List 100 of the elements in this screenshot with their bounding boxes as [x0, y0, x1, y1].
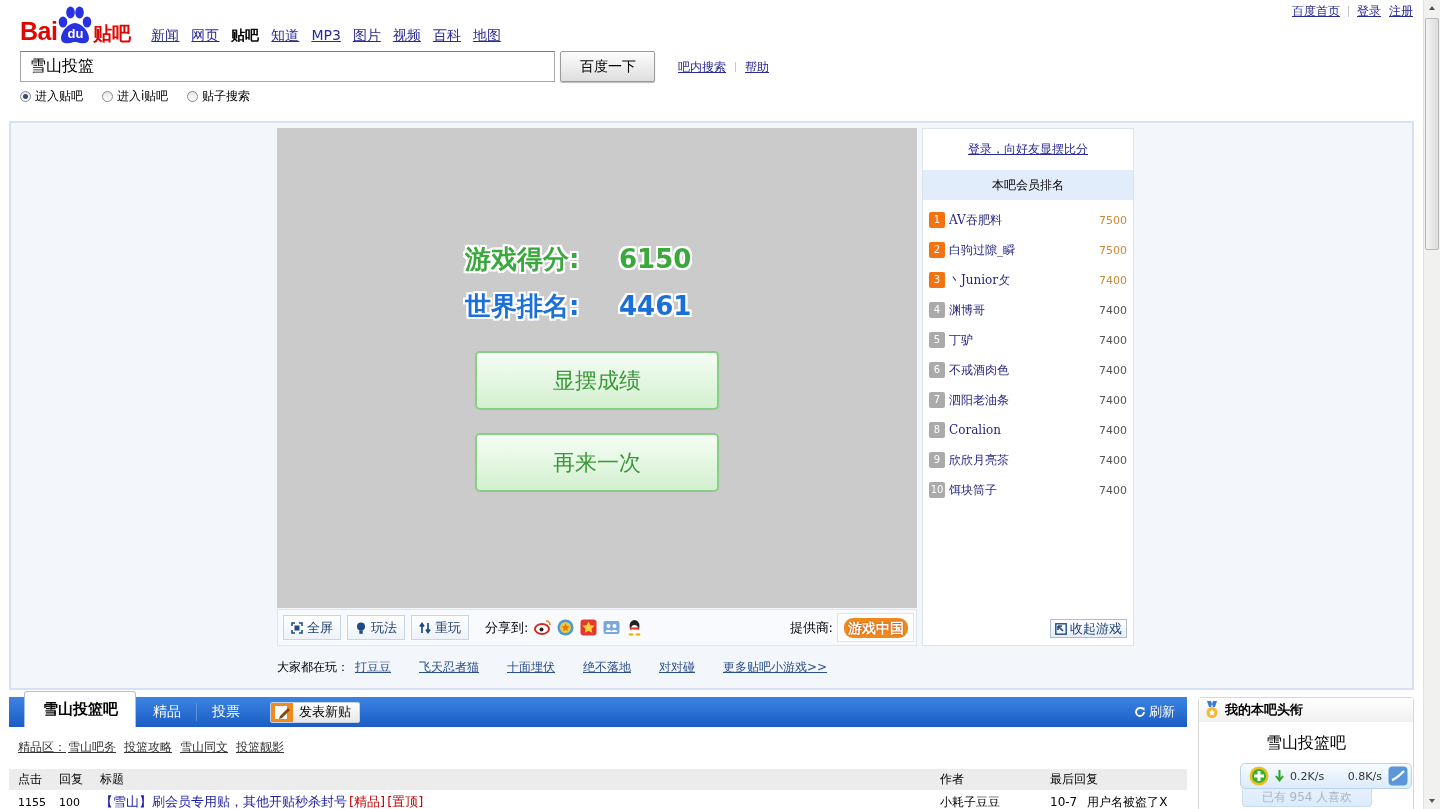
game-link[interactable]: 飞天忍者猫: [419, 658, 479, 676]
refresh-link[interactable]: 刷新: [1134, 703, 1175, 721]
member-name: 饵块筒子: [949, 481, 998, 499]
vertical-scrollbar[interactable]: [1423, 0, 1440, 809]
fullscreen-icon: [291, 621, 303, 634]
top-link[interactable]: 百度首页: [1292, 4, 1340, 18]
plus-circle-icon[interactable]: [1249, 766, 1269, 786]
rank-badge: 3: [929, 272, 945, 288]
top-link[interactable]: 登录: [1357, 4, 1381, 18]
toolbar-button[interactable]: 重玩: [411, 615, 469, 640]
rank-badge: 10: [929, 482, 945, 498]
game-link[interactable]: 十面埋伏: [507, 658, 555, 676]
member-name: Coralion: [949, 423, 1002, 437]
member-name: 丶Junior攵: [949, 271, 1012, 289]
stat-value: 6150: [619, 242, 692, 276]
game-link[interactable]: 绝不落地: [583, 658, 631, 676]
radio-label[interactable]: 进入贴吧: [35, 89, 83, 103]
nav-link[interactable]: 知道: [271, 27, 300, 44]
toolbar-button[interactable]: 玩法: [347, 615, 405, 640]
member-score: 7500: [1099, 213, 1127, 227]
nav-link[interactable]: 新闻: [151, 27, 180, 44]
lightbulb-icon: [355, 621, 367, 634]
forum-tab[interactable]: 精品: [138, 697, 196, 727]
member-score: 7400: [1099, 363, 1127, 377]
radio-label[interactable]: 进入i贴吧: [117, 89, 169, 103]
last-reply-date: 10-7: [1050, 795, 1078, 809]
member-name: 丁驴: [949, 331, 974, 349]
card-title: 我的本吧头衔: [1225, 700, 1303, 719]
star-tile-icon[interactable]: [580, 619, 598, 636]
rank-badge: 9: [929, 452, 945, 468]
collapse-game-button[interactable]: 收起游戏: [1050, 619, 1127, 638]
collapse-icon: [1055, 622, 1067, 635]
featured-link[interactable]: 投篮靓影: [236, 738, 284, 756]
rank-badge: 7: [929, 392, 945, 408]
search-link[interactable]: 吧内搜索: [678, 58, 726, 76]
featured-label[interactable]: 精品区：: [18, 738, 66, 756]
forum-tab[interactable]: 雪山投篮吧: [24, 691, 136, 727]
column-header: 回复: [59, 771, 84, 788]
people-tile-icon[interactable]: [603, 619, 621, 636]
radio-button[interactable]: [187, 90, 199, 102]
radio-button[interactable]: [20, 90, 31, 102]
featured-link[interactable]: 雪山吧务: [68, 738, 116, 756]
rank-badge: 4: [929, 302, 945, 318]
rank-badge: 8: [929, 422, 945, 438]
member-score: 7400: [1099, 423, 1127, 437]
column-header: 标题: [100, 771, 125, 788]
member-score: 7400: [1099, 483, 1127, 497]
member-score: 7400: [1099, 303, 1127, 317]
thread-tag[interactable]: [置顶]: [387, 795, 424, 809]
stat-label: 游戏得分:: [465, 242, 581, 276]
stat-label: 世界排名:: [465, 289, 581, 323]
game-link[interactable]: 打豆豆: [355, 658, 391, 676]
forum-name: 雪山投篮吧: [1266, 734, 1346, 752]
column-header: 点击: [18, 771, 43, 788]
game-link[interactable]: 更多贴吧小游戏>>: [723, 658, 828, 676]
featured-link[interactable]: 投篮攻略: [124, 738, 172, 756]
rank-badge: 5: [929, 332, 945, 348]
nav-link[interactable]: 地图: [472, 27, 501, 44]
featured-link[interactable]: 雪山同文: [180, 738, 228, 756]
search-field[interactable]: 雪山投篮: [20, 51, 555, 82]
forum-tab[interactable]: 投票: [197, 697, 255, 727]
radio-button[interactable]: [102, 90, 113, 102]
search-link[interactable]: 帮助: [745, 58, 769, 76]
down-arrow-icon: [1275, 770, 1284, 782]
game-link[interactable]: 对对碰: [659, 658, 695, 676]
member-name: AV吞肥料: [949, 211, 1003, 229]
rank-badge: 1: [929, 212, 945, 228]
member-name: 白驹过隙_瞬: [949, 241, 1016, 259]
search-button[interactable]: 百度一下: [560, 51, 655, 82]
refresh-icon: [1134, 706, 1146, 718]
eye-icon[interactable]: [534, 619, 552, 636]
radio-label[interactable]: 贴子搜索: [202, 89, 251, 103]
medal-icon: [1205, 700, 1219, 719]
thread-tag[interactable]: [精品]: [349, 795, 386, 809]
edit-note-icon: [271, 702, 293, 722]
thread-title-link[interactable]: 【雪山】刷会员专用贴，其他开贴秒杀封号: [100, 795, 347, 809]
replay-icon: [419, 621, 431, 634]
member-name: 不戒酒肉色: [949, 361, 1010, 379]
nav-link[interactable]: 百科: [432, 27, 461, 44]
login-link[interactable]: 登录，向好友显摆比分: [968, 141, 1088, 158]
nav-link[interactable]: 贴吧: [231, 27, 260, 44]
tieba-logo[interactable]: Bai du 贴吧: [20, 5, 132, 45]
leaderboard-title: 本吧会员排名: [923, 170, 1133, 200]
clicks-cell-text: 1155: [18, 795, 47, 809]
scrollbar-thumb[interactable]: [1425, 18, 1439, 250]
last-reply-user: 用户名被盗了X: [1087, 795, 1168, 809]
provider-label: 提供商:: [789, 618, 833, 637]
top-link[interactable]: 注册: [1389, 4, 1413, 18]
toolbar-button[interactable]: 全屏: [283, 615, 341, 640]
nav-link[interactable]: 视频: [392, 27, 421, 44]
member-name: 渊博哥: [949, 301, 986, 319]
swoosh-icon[interactable]: [1388, 766, 1408, 786]
new-post-button[interactable]: 发表新贴: [270, 701, 360, 723]
member-name: 欣欣月亮茶: [949, 451, 1010, 469]
nav-link[interactable]: 图片: [352, 27, 381, 44]
star-badge-icon[interactable]: [557, 619, 575, 636]
download-speed: 0.2K/s: [1290, 769, 1325, 783]
nav-link[interactable]: MP3: [311, 27, 341, 44]
nav-link[interactable]: 网页: [191, 27, 220, 44]
upload-speed: 0.8K/s: [1347, 769, 1382, 783]
